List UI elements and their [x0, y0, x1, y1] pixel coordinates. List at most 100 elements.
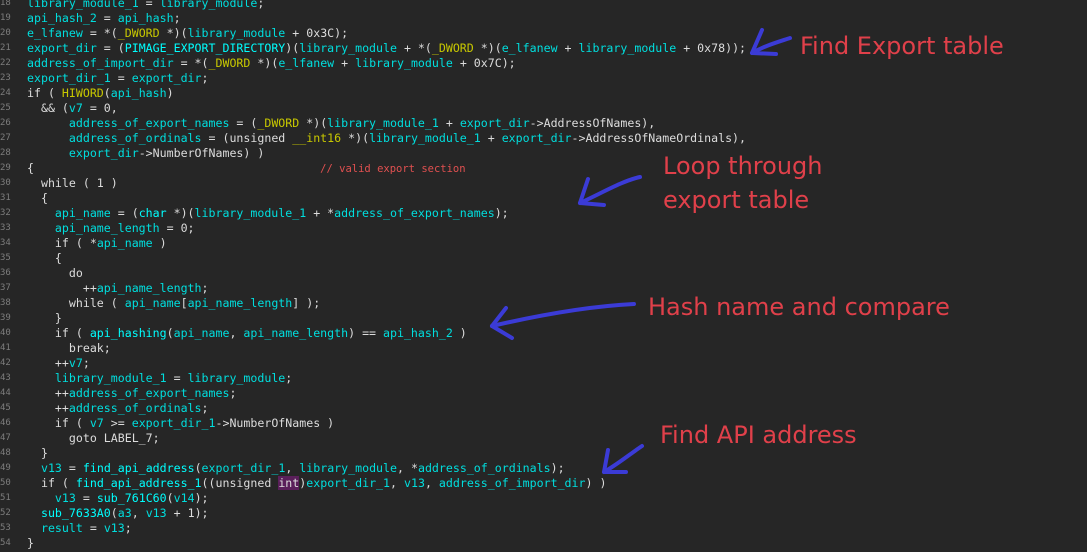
- code-token-plain: (: [166, 491, 174, 505]
- code-text: e_lfanew = *(_DWORD *)(library_module + …: [27, 26, 348, 41]
- code-token-var: library_module_1: [327, 116, 439, 130]
- annotation-hash-name-compare: Hash name and compare: [648, 293, 950, 321]
- code-token-plain: =: [82, 521, 104, 535]
- code-token-var: v13: [403, 476, 425, 490]
- code-token-plain: {: [27, 251, 62, 265]
- code-token-macro: _DWORD: [431, 41, 474, 55]
- code-line: 48 }: [0, 446, 1087, 461]
- code-text: export_dir->NumberOfNames) ): [27, 146, 264, 161]
- line-number: 32: [0, 208, 11, 218]
- line-number: 30: [0, 178, 11, 188]
- code-token-plain: ++: [27, 386, 69, 400]
- code-token-plain: +: [480, 131, 502, 145]
- line-number: 19: [0, 13, 11, 23]
- code-token-plain: =: [166, 371, 188, 385]
- code-token-var: api_name: [96, 236, 153, 250]
- code-text: goto LABEL_7;: [27, 431, 160, 446]
- code-line: 19 api_hash_2 = api_hash;: [0, 11, 1087, 26]
- code-text: v13 = find_api_address(export_dir_1, lib…: [27, 461, 565, 476]
- code-token-var: export_dir: [27, 41, 97, 55]
- code-token-plain: ->AddressOfNames),: [529, 116, 656, 130]
- code-line: 35 {: [0, 251, 1087, 266]
- code-token-var: v13: [103, 521, 125, 535]
- code-token-plain: ;: [285, 371, 293, 385]
- code-line: 53 result = v13;: [0, 521, 1087, 536]
- line-number: 39: [0, 313, 11, 323]
- line-number: 33: [0, 223, 11, 233]
- code-line: 51 v13 = sub_761C60(v14);: [0, 491, 1087, 506]
- code-line: 50 if ( find_api_address_1((unsigned int…: [0, 476, 1087, 491]
- code-token-plain: ,: [285, 461, 300, 475]
- code-token-var: api_name_length: [54, 221, 160, 235]
- code-line: 34 if ( *api_name ): [0, 236, 1087, 251]
- code-token-var: library_module_1: [27, 0, 139, 10]
- code-token-plain: do: [27, 266, 83, 280]
- code-token-plain: {: [27, 191, 48, 205]
- code-token-fn: find_api_address: [82, 461, 195, 475]
- line-number: 22: [0, 58, 11, 68]
- code-token-kw: unsigned: [215, 476, 272, 490]
- code-token-var: api_name: [54, 206, 111, 220]
- code-token-plain: if (: [27, 326, 90, 340]
- code-token-plain: ++: [27, 401, 69, 415]
- code-text: result = v13;: [27, 521, 132, 536]
- code-token-var: v7: [68, 356, 83, 370]
- code-token-var: library_module: [299, 461, 398, 475]
- code-token-var: e_lfanew: [278, 56, 335, 70]
- code-token-plain: *)(: [166, 206, 195, 220]
- code-token-plain: ->NumberOfNames ): [215, 416, 335, 430]
- code-token-var: library_module_1: [194, 206, 307, 220]
- code-token-plain: }: [27, 536, 34, 550]
- code-token-plain: && (: [27, 101, 69, 115]
- code-token-plain: ) ==: [348, 326, 384, 340]
- code-token-plain: >=: [103, 416, 132, 430]
- code-token-var: export_dir: [501, 131, 572, 145]
- code-token-plain: +: [334, 56, 356, 70]
- code-token-fn: find_api_address_1: [75, 476, 202, 490]
- line-number: 29: [0, 163, 11, 173]
- code-line: 52 sub_7633A0(a3, v13 + 1);: [0, 506, 1087, 521]
- code-token-var: library_module: [159, 0, 258, 10]
- code-text: }: [27, 311, 62, 326]
- code-token-plain: ;: [229, 386, 237, 400]
- code-line: 31 {: [0, 191, 1087, 206]
- code-token-plain: + *(: [396, 41, 432, 55]
- code-token-hl: int: [278, 476, 300, 490]
- code-token-var: e_lfanew: [27, 26, 83, 40]
- line-number: 51: [0, 493, 11, 503]
- code-token-fn: sub_7633A0: [40, 506, 111, 520]
- code-token-plain: ;: [173, 11, 181, 25]
- code-token-var: a3: [117, 506, 132, 520]
- code-token-macro: _DWORD: [208, 56, 251, 70]
- code-text: address_of_export_names = (_DWORD *)(lib…: [27, 116, 655, 131]
- code-token-plain: ((: [201, 476, 216, 490]
- code-line: 49 v13 = find_api_address(export_dir_1, …: [0, 461, 1087, 476]
- code-token-plain: while (: [27, 296, 125, 310]
- code-text: {: [27, 251, 62, 266]
- code-token-var: address_of_ordinals: [417, 461, 551, 475]
- code-token-var: api_hash: [117, 11, 174, 25]
- code-text: { // valid export section: [27, 161, 466, 177]
- code-line: 29 { // valid export section: [0, 161, 1087, 176]
- code-token-comment: // valid export section: [320, 163, 466, 175]
- code-text: ++api_name_length;: [27, 281, 209, 296]
- code-token-plain: [: [180, 296, 188, 310]
- code-token-plain: (: [166, 326, 174, 340]
- code-token-var: library_module_1: [369, 131, 481, 145]
- code-text: library_module_1 = library_module;: [27, 0, 264, 11]
- code-token-plain: }: [27, 446, 48, 460]
- arrow-api-address-icon: [602, 444, 644, 474]
- code-token-plain: , *: [397, 461, 418, 475]
- code-token-var: result: [40, 521, 83, 535]
- code-token-plain: if (: [27, 416, 90, 430]
- code-token-var: address_of_ordinals: [68, 131, 202, 145]
- code-text: sub_7633A0(a3, v13 + 1);: [27, 506, 209, 521]
- code-token-var: export_dir_1: [27, 71, 111, 85]
- code-token-plain: ,: [424, 476, 439, 490]
- code-token-plain: );: [494, 206, 509, 220]
- code-token-plain: ++: [27, 281, 97, 295]
- code-token-plain: ,: [229, 326, 244, 340]
- code-token-var: export_dir_1: [131, 416, 216, 430]
